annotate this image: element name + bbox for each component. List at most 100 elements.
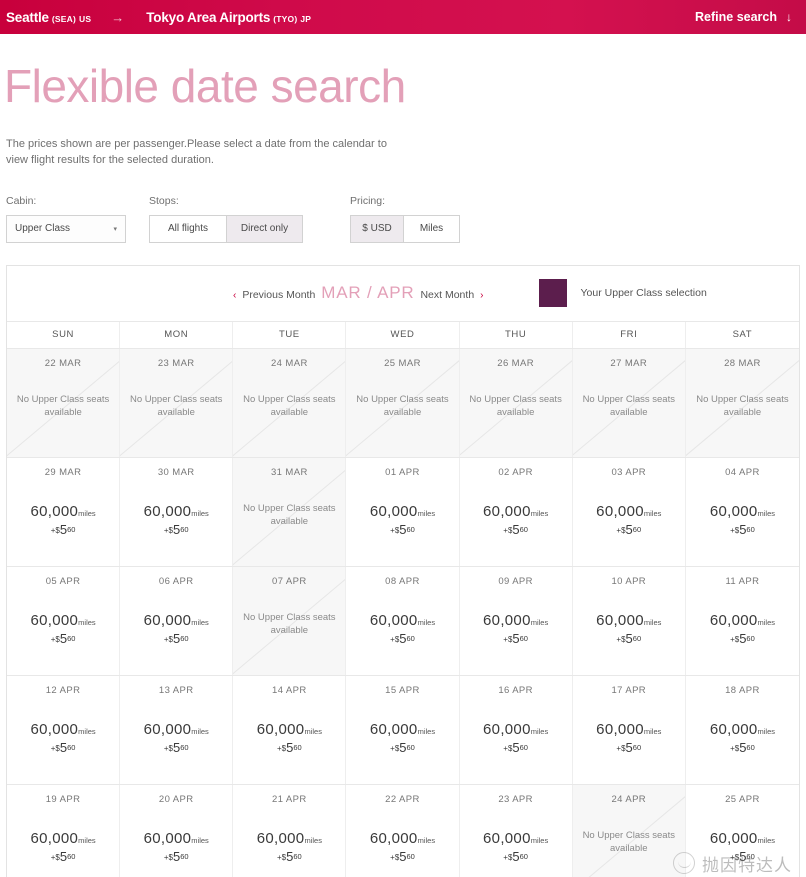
pricing-option-usd[interactable]: $ USD <box>350 214 404 243</box>
tax-currency-prefix: +$ <box>616 525 626 535</box>
calendar-day-available[interactable]: 18 APR 60,000miles +$560 <box>685 675 799 784</box>
flexible-date-calendar: ‹ Previous Month MAR / APR Next Month › … <box>6 264 800 877</box>
tax-whole-amount: 5 <box>512 521 520 537</box>
calendar-day-date: 09 APR <box>498 575 533 587</box>
price-miles: 60,000miles <box>256 720 322 738</box>
tax-decimal-amount: 60 <box>632 742 642 752</box>
tax-decimal-amount: 60 <box>519 742 528 752</box>
calendar-day-body: 60,000miles +$560 <box>346 612 458 646</box>
tax-decimal-amount: 60 <box>180 742 189 752</box>
price-miles: 60,000miles <box>596 720 662 738</box>
calendar-day-available[interactable]: 23 APR 60,000miles +$560 <box>459 784 573 877</box>
price-tax: +$560 <box>573 522 685 537</box>
calendar-day-date: 05 APR <box>45 575 81 587</box>
destination-airport[interactable]: Tokyo Area Airports (TYO) JP <box>146 10 311 25</box>
price-tax: +$560 <box>346 849 458 864</box>
price-tax: +$560 <box>346 522 458 537</box>
calendar-day-available[interactable]: 30 MAR 60,000miles +$560 <box>120 457 234 566</box>
chevron-left-icon[interactable]: ‹ <box>233 290 236 301</box>
calendar-day-available[interactable]: 01 APR 60,000miles +$560 <box>346 457 460 566</box>
tax-decimal-amount: 60 <box>746 851 755 861</box>
tax-whole-amount: 5 <box>399 630 407 646</box>
month-range-label: MAR / APR <box>321 283 415 303</box>
price-miles: 60,000miles <box>143 829 209 847</box>
cabin-select-value: Upper Class <box>15 223 71 235</box>
stops-option-all-flights[interactable]: All flights <box>149 214 227 243</box>
calendar-day-body: No Upper Class seats available <box>120 394 232 420</box>
price-unit-label: miles <box>417 508 436 518</box>
price-tax: +$560 <box>120 740 232 755</box>
price-miles: 60,000miles <box>709 502 776 520</box>
price-tax: +$560 <box>120 849 232 864</box>
calendar-day-available[interactable]: 02 APR 60,000miles +$560 <box>459 457 573 566</box>
calendar-day-available[interactable]: 25 APR 60,000miles +$560 <box>685 784 799 877</box>
tax-decimal-amount: 60 <box>406 851 415 861</box>
no-seats-message: No Upper Class seats available <box>16 393 110 418</box>
cabin-select[interactable]: Upper Class ▾ <box>6 214 126 243</box>
price-miles: 60,000miles <box>30 829 96 847</box>
tax-decimal-amount: 60 <box>746 633 755 643</box>
calendar-day-available[interactable]: 03 APR 60,000miles +$560 <box>572 457 686 566</box>
tax-decimal-amount: 60 <box>180 524 189 534</box>
price-tax: +$560 <box>686 740 799 755</box>
calendar-day-date: 23 MAR <box>157 357 195 369</box>
price-unit-label: miles <box>643 617 662 627</box>
calendar-day-date: 18 APR <box>725 684 760 696</box>
calendar-day-available[interactable]: 05 APR 60,000miles +$560 <box>7 566 121 675</box>
calendar-day-body: No Upper Class seats available <box>7 394 119 420</box>
price-tax: +$560 <box>346 631 458 646</box>
calendar-day-available[interactable]: 17 APR 60,000miles +$560 <box>572 675 686 784</box>
calendar-day-body: No Upper Class seats available <box>686 394 799 420</box>
refine-search-button[interactable]: Refine search ↓ <box>695 10 792 24</box>
page-title: Flexible date search <box>4 60 406 112</box>
legend-label: Your Upper Class selection <box>580 287 707 300</box>
dow-fri: FRI <box>573 321 686 348</box>
dow-mon: MON <box>120 321 234 348</box>
calendar-day-available[interactable]: 14 APR 60,000miles +$560 <box>233 675 347 784</box>
origin-airport[interactable]: Seattle (SEA) US <box>6 10 91 25</box>
calendar-week-row: 19 APR 60,000miles +$560 20 APR 60,000miles +… <box>7 784 799 877</box>
calendar-day-available[interactable]: 20 APR 60,000miles +$560 <box>120 784 234 877</box>
calendar-day-available[interactable]: 11 APR 60,000miles +$560 <box>685 566 799 675</box>
calendar-day-body: 60,000miles +$560 <box>7 721 119 755</box>
tax-decimal-amount: 60 <box>67 524 76 534</box>
filter-bar: Cabin: Upper Class ▾ Stops: All flights … <box>0 169 806 243</box>
calendar-day-date: 23 APR <box>498 793 533 805</box>
calendar-day-available[interactable]: 06 APR 60,000miles +$560 <box>120 566 234 675</box>
calendar-day-date: 04 APR <box>725 466 760 478</box>
destination-code-label: (TYO) <box>273 13 298 24</box>
calendar-day-available[interactable]: 16 APR 60,000miles +$560 <box>459 675 573 784</box>
calendar-day-available[interactable]: 12 APR 60,000miles +$560 <box>7 675 121 784</box>
pricing-option-miles[interactable]: Miles <box>404 214 460 243</box>
calendar-day-available[interactable]: 21 APR 60,000miles +$560 <box>233 784 347 877</box>
calendar-day-available[interactable]: 29 MAR 60,000miles +$560 <box>7 457 121 566</box>
tax-currency-prefix: +$ <box>730 743 740 753</box>
calendar-day-available[interactable]: 22 APR 60,000miles +$560 <box>346 784 460 877</box>
tax-decimal-amount: 60 <box>632 633 642 643</box>
tax-decimal-amount: 60 <box>293 742 302 752</box>
calendar-day-available[interactable]: 04 APR 60,000miles +$560 <box>685 457 799 566</box>
legend-color-swatch <box>538 279 567 308</box>
stops-option-direct-only[interactable]: Direct only <box>227 214 303 243</box>
calendar-day-date: 26 MAR <box>497 357 534 369</box>
tax-decimal-amount: 60 <box>632 524 642 534</box>
calendar-day-available[interactable]: 08 APR 60,000miles +$560 <box>346 566 460 675</box>
calendar-day-available[interactable]: 13 APR 60,000miles +$560 <box>120 675 234 784</box>
stops-filter-label: Stops: <box>149 194 179 207</box>
chevron-down-icon: ▾ <box>113 225 117 233</box>
next-month-button[interactable]: Next Month <box>420 289 474 301</box>
calendar-day-available[interactable]: 15 APR 60,000miles +$560 <box>346 675 460 784</box>
previous-month-button[interactable]: Previous Month <box>242 289 315 301</box>
calendar-day-date: 21 APR <box>272 793 307 805</box>
calendar-day-unavailable: 26 MAR No Upper Class seats available <box>459 348 573 457</box>
tax-whole-amount: 5 <box>59 521 68 537</box>
tax-currency-prefix: +$ <box>390 852 400 862</box>
tax-decimal-amount: 60 <box>67 633 76 643</box>
calendar-day-date: 07 APR <box>272 575 307 587</box>
calendar-day-available[interactable]: 19 APR 60,000miles +$560 <box>7 784 121 877</box>
calendar-day-available[interactable]: 09 APR 60,000miles +$560 <box>459 566 573 675</box>
calendar-day-available[interactable]: 10 APR 60,000miles +$560 <box>572 566 686 675</box>
chevron-right-icon[interactable]: › <box>480 290 483 301</box>
calendar-day-body: 60,000miles +$560 <box>573 503 685 537</box>
tax-currency-prefix: +$ <box>730 634 740 644</box>
